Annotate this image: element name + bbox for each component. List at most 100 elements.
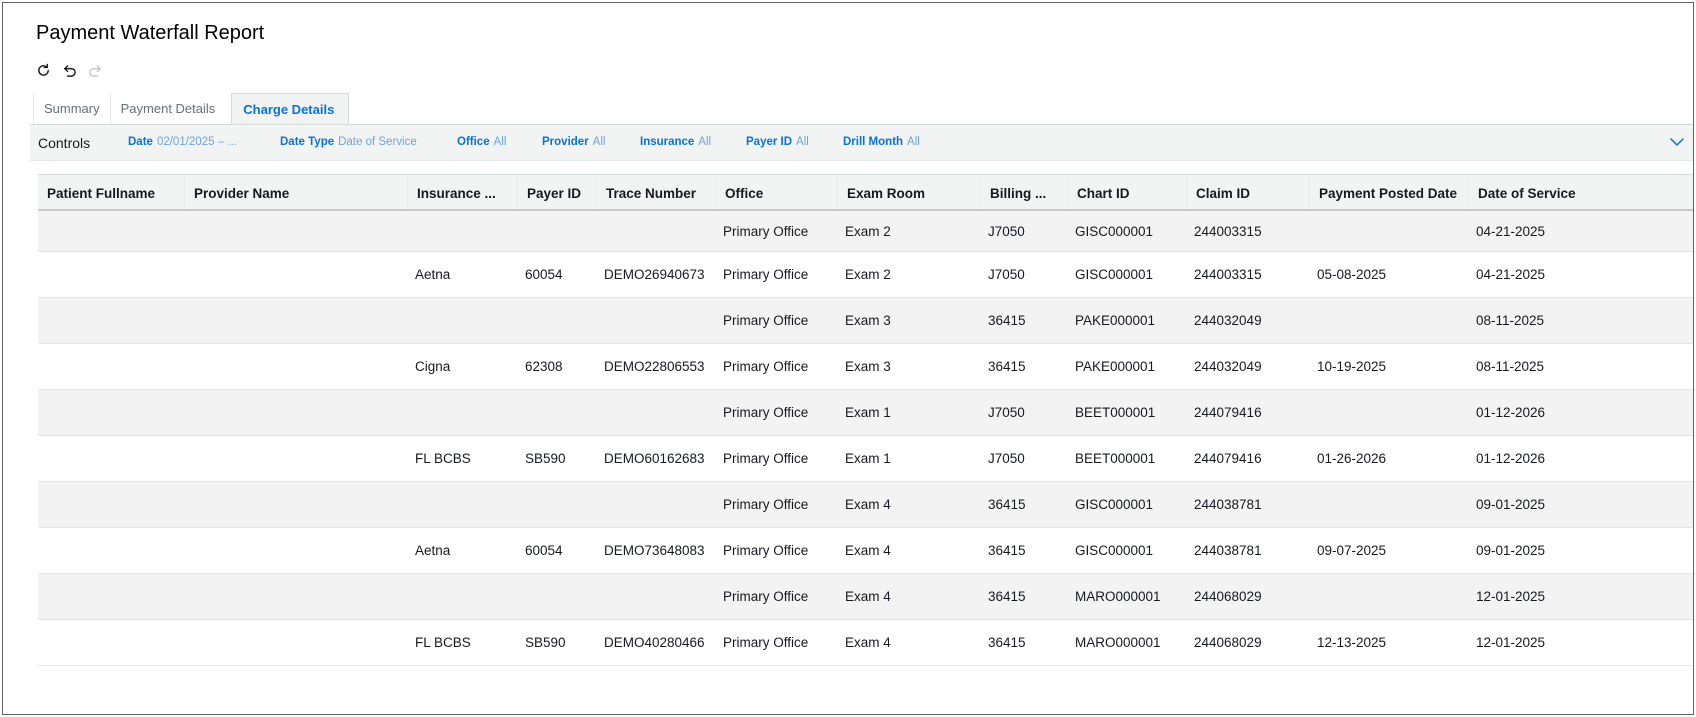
filter-office[interactable]: Office All: [457, 136, 506, 148]
cell-insurance: Aetna: [415, 267, 451, 282]
chevron-down-icon[interactable]: [1669, 135, 1685, 149]
cell-trace-number: [596, 298, 715, 343]
column-header-provider-name[interactable]: Provider Name: [184, 175, 407, 210]
cell-provider-name: [184, 344, 407, 389]
cell-billing: 36415: [988, 313, 1026, 328]
table-row[interactable]: Primary Office Exam 1 J7050 BEET000001 24407…: [38, 390, 1693, 436]
table-row[interactable]: Aetna 60054 DEMO26940673 Primary Office Exam…: [38, 252, 1693, 298]
column-header-payer-id[interactable]: Payer ID: [517, 175, 596, 210]
table-row[interactable]: Primary Office Exam 4 36415 GISC000001 24403…: [38, 482, 1693, 528]
cell-trace-number: [596, 574, 715, 619]
cell-payer-id: [517, 211, 596, 251]
cell-payment-posted-date: 09-07-2025: [1317, 543, 1387, 558]
cell-trace-number: [596, 482, 715, 527]
column-header-billing[interactable]: Billing ...: [980, 175, 1067, 210]
cell-trace-number: DEMO60162683: [604, 451, 705, 466]
cell-office: Primary Office: [723, 267, 809, 282]
column-header-patient-fullname[interactable]: Patient Fullname: [38, 175, 184, 210]
cell-provider-name: [184, 574, 407, 619]
table-row[interactable]: Primary Office Exam 4 36415 MARO000001 24406…: [38, 574, 1693, 620]
cell-exam-room: Exam 4: [845, 497, 891, 512]
cell-office: Primary Office: [723, 313, 809, 328]
cell-date-of-service: 04-21-2025: [1476, 223, 1546, 239]
cell-exam-room: Exam 4: [845, 543, 891, 558]
cell-date-of-service: 04-21-2025: [1476, 267, 1546, 282]
toolbar: [35, 61, 103, 79]
cell-date-of-service: 01-12-2026: [1476, 405, 1546, 420]
column-header-chart-id[interactable]: Chart ID: [1067, 175, 1186, 210]
redo-icon[interactable]: [87, 61, 103, 79]
table-row[interactable]: Cigna 62308 DEMO22806553 Primary Office Exam…: [38, 344, 1693, 390]
undo-icon[interactable]: [61, 61, 77, 79]
column-header-date-of-service[interactable]: Date of Service: [1468, 175, 1648, 210]
cell-office: Primary Office: [723, 223, 809, 239]
column-header-claim-id[interactable]: Claim ID: [1186, 175, 1309, 210]
cell-date-of-service: 09-01-2025: [1476, 497, 1546, 512]
filter-date-type-key: Date Type: [280, 136, 335, 148]
cell-payer-id: 62308: [525, 359, 563, 374]
refresh-icon[interactable]: [35, 61, 51, 79]
cell-payer-id: 60054: [525, 267, 563, 282]
column-header-exam-room[interactable]: Exam Room: [837, 175, 980, 210]
cell-exam-room: Exam 4: [845, 589, 891, 604]
cell-exam-room: Exam 2: [845, 223, 891, 239]
controls-bar: Controls Date 02/01/2025 – ... Date Type D…: [30, 124, 1693, 161]
filter-provider-key: Provider: [542, 136, 589, 148]
filter-drill-month[interactable]: Drill Month All: [843, 136, 920, 148]
cell-office: Primary Office: [723, 451, 809, 466]
filter-date[interactable]: Date 02/01/2025 – ...: [128, 136, 237, 148]
filter-provider[interactable]: Provider All: [542, 136, 605, 148]
table-header: Patient Fullname Provider Name Insurance…: [38, 174, 1693, 211]
cell-claim-id: 244079416: [1194, 405, 1262, 420]
cell-chart-id: PAKE000001: [1075, 359, 1156, 374]
table-row[interactable]: FL BCBS SB590 DEMO40280466 Primary Office Ex…: [38, 620, 1693, 666]
table-row[interactable]: Primary Office Exam 3 36415 PAKE000001 24403…: [38, 298, 1693, 344]
cell-patient-fullname: [38, 252, 184, 297]
cell-billing: 36415: [988, 543, 1026, 558]
table-row[interactable]: FL BCBS SB590 DEMO60162683 Primary Office Ex…: [38, 436, 1693, 482]
table-row[interactable]: Primary Office Exam 2 J7050 GISC000001 24400…: [38, 211, 1693, 252]
tab-charge-details[interactable]: Charge Details: [231, 93, 350, 124]
cell-trace-number: DEMO26940673: [604, 267, 705, 282]
cell-patient-fullname: [38, 620, 184, 665]
cell-claim-id: 244079416: [1194, 451, 1262, 466]
column-header-office[interactable]: Office: [715, 175, 837, 210]
cell-date-of-service: 08-11-2025: [1476, 313, 1545, 328]
column-header-trace-number[interactable]: Trace Number: [596, 175, 715, 210]
column-header-payment-posted-date[interactable]: Payment Posted Date: [1309, 175, 1468, 210]
cell-date-of-service: 12-01-2025: [1476, 589, 1546, 604]
cell-payment-posted-date: 05-08-2025: [1317, 267, 1387, 282]
cell-payment-posted-date: [1309, 390, 1468, 435]
cell-payment-posted-date: [1309, 298, 1468, 343]
cell-exam-room: Exam 1: [845, 451, 891, 466]
cell-insurance: [407, 482, 517, 527]
filter-payer-id[interactable]: Payer ID All: [746, 136, 809, 148]
cell-patient-fullname: [38, 482, 184, 527]
cell-patient-fullname: [38, 211, 184, 251]
tab-bar: Summary Payment Details Charge Details: [33, 93, 350, 124]
tab-payment-details[interactable]: Payment Details: [109, 93, 232, 124]
filter-office-key: Office: [457, 136, 490, 148]
column-header-insurance[interactable]: Insurance ...: [407, 175, 517, 210]
cell-patient-fullname: [38, 574, 184, 619]
cell-payment-posted-date: [1309, 574, 1468, 619]
cell-billing: J7050: [988, 405, 1025, 420]
cell-patient-fullname: [38, 436, 184, 481]
cell-patient-fullname: [38, 344, 184, 389]
cell-trace-number: [596, 390, 715, 435]
filter-date-type[interactable]: Date Type Date of Service: [280, 136, 417, 148]
cell-chart-id: GISC000001: [1075, 223, 1154, 239]
filter-date-type-value: Date of Service: [338, 136, 417, 148]
cell-billing: J7050: [988, 223, 1025, 239]
cell-billing: 36415: [988, 635, 1026, 650]
table-body: Primary Office Exam 2 J7050 GISC000001 24400…: [38, 211, 1693, 666]
cell-exam-room: Exam 3: [845, 359, 891, 374]
filter-insurance[interactable]: Insurance All: [640, 136, 711, 148]
table-row[interactable]: Aetna 60054 DEMO73648083 Primary Office Exam…: [38, 528, 1693, 574]
cell-office: Primary Office: [723, 497, 809, 512]
cell-date-of-service: 12-01-2025: [1476, 635, 1546, 650]
tab-summary[interactable]: Summary: [33, 93, 110, 124]
cell-payment-posted-date: [1309, 211, 1468, 251]
cell-claim-id: 244032049: [1194, 313, 1262, 328]
cell-claim-id: 244068029: [1194, 589, 1262, 604]
